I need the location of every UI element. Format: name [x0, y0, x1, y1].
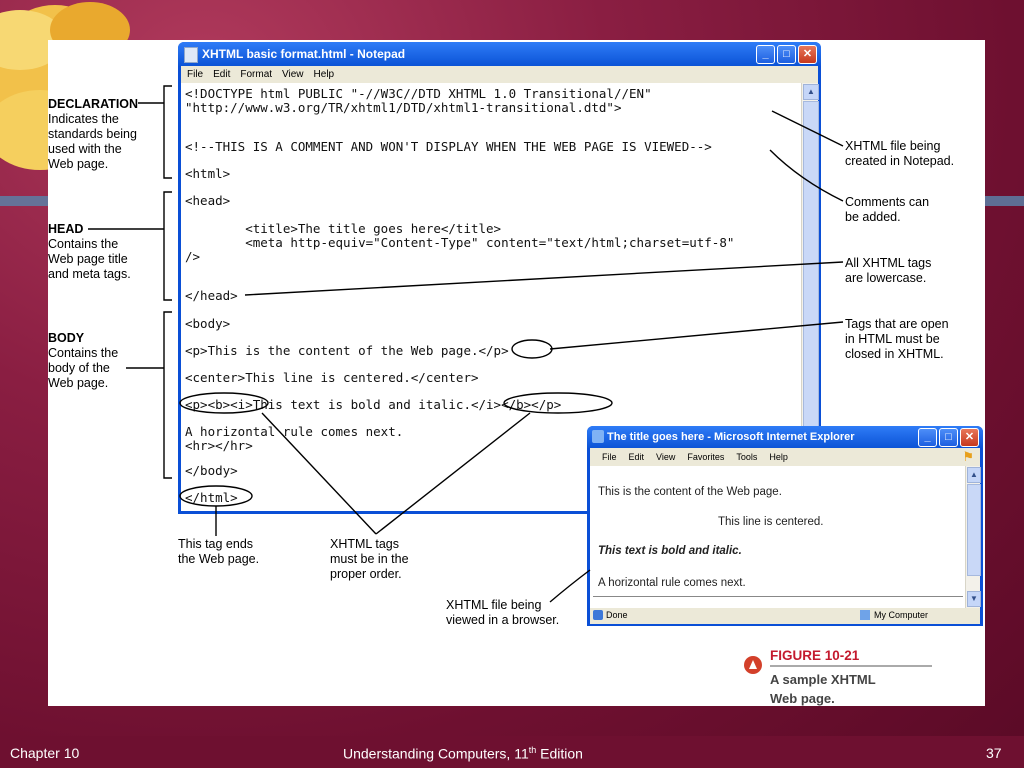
body-bracket — [163, 311, 172, 479]
callout-lines — [88, 85, 932, 674]
caption-line: Web page. — [770, 691, 835, 706]
book-title-edition: Edition — [536, 745, 583, 762]
page-number: 37 — [986, 745, 1002, 761]
book-title-text: Understanding Computers, 11 — [343, 745, 529, 762]
book-title: Understanding Computers, 11th Edition — [343, 745, 583, 762]
chapter-label: Chapter 10 — [10, 745, 80, 761]
figure-number: FIGURE 10-21 — [770, 648, 860, 663]
caption-line: A sample XHTML — [770, 672, 876, 687]
figure-caption: A sample XHTML Web page. — [770, 670, 876, 708]
declaration-bracket — [163, 85, 172, 179]
head-bracket — [163, 191, 172, 301]
slide-footer: Chapter 10 Understanding Computers, 11th… — [0, 736, 1024, 768]
